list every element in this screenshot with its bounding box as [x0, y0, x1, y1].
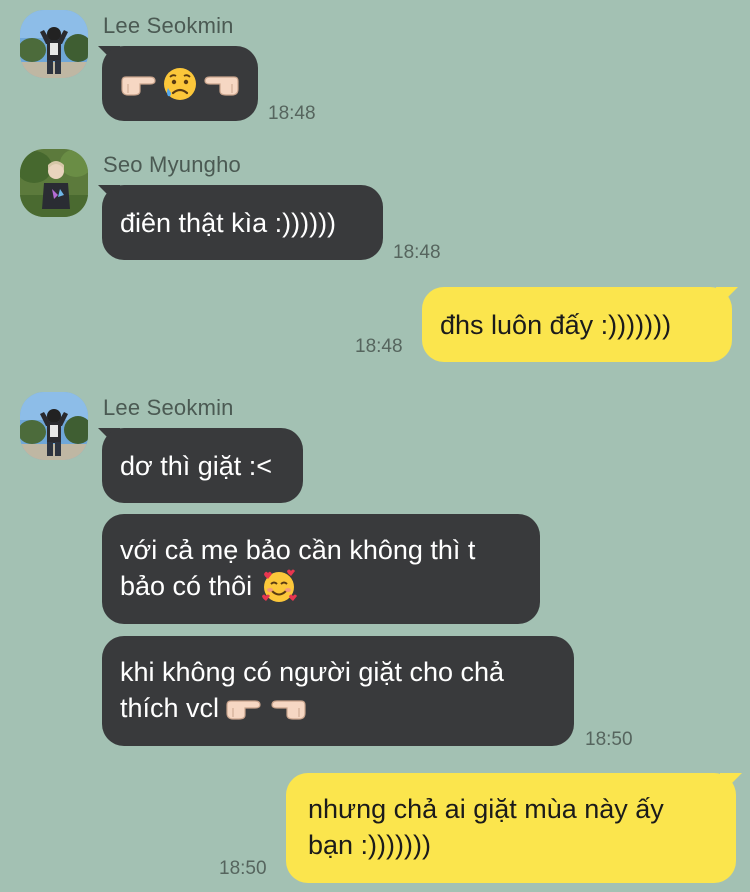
message-text-line: bảo có thôi	[120, 571, 253, 601]
pointing-left-hand-icon	[202, 71, 240, 97]
message-text: đhs luôn đấy :)))))))	[440, 309, 672, 340]
sender-name: Lee Seokmin	[103, 13, 234, 38]
chat-window: Lee Seokmin 18:48 Seo Myungho điên thật …	[0, 0, 750, 892]
message-bubble[interactable]: đhs luôn đấy :)))))))	[422, 287, 732, 362]
message-text-line: thích vcl	[120, 693, 220, 723]
pointing-left-hand-icon	[269, 695, 307, 721]
sender-name: Seo Myungho	[103, 152, 241, 177]
message-timestamp: 18:50	[585, 729, 633, 750]
avatar[interactable]	[20, 149, 88, 217]
message-text: điên thật kìa :))))))	[120, 207, 337, 238]
sad-sweat-face-icon	[162, 66, 198, 102]
message-bubble[interactable]: nhưng chả ai giặt mùa này ấy bạn :))))))…	[286, 773, 736, 883]
message-timestamp: 18:50	[219, 858, 267, 879]
message-bubble[interactable]: dơ thì giặt :<	[102, 428, 303, 503]
message-timestamp: 18:48	[268, 103, 316, 124]
message-timestamp: 18:48	[355, 336, 403, 357]
message-text-line: bạn :)))))))	[308, 830, 431, 860]
message-text: dơ thì giặt :<	[120, 450, 273, 481]
message-bubble[interactable]: với cả mẹ bảo cần không thì t bảo có thô…	[102, 514, 540, 624]
smiling-face-with-hearts-icon	[260, 568, 298, 604]
message-bubble[interactable]: điên thật kìa :))))))	[102, 185, 383, 260]
pointing-right-hand-icon	[225, 695, 263, 721]
message-timestamp: 18:48	[393, 242, 441, 263]
sender-name: Lee Seokmin	[103, 395, 234, 420]
message-bubble[interactable]: khi không có người giặt cho chả thích vc…	[102, 636, 574, 746]
message-bubble[interactable]	[102, 46, 258, 121]
message-text-line: khi không có người giặt cho chả	[120, 657, 505, 687]
avatar[interactable]	[20, 10, 88, 78]
avatar[interactable]	[20, 392, 88, 460]
message-text-line: nhưng chả ai giặt mùa này ấy	[308, 794, 664, 824]
message-text-line: với cả mẹ bảo cần không thì t	[120, 535, 476, 565]
pointing-right-hand-icon	[120, 71, 158, 97]
